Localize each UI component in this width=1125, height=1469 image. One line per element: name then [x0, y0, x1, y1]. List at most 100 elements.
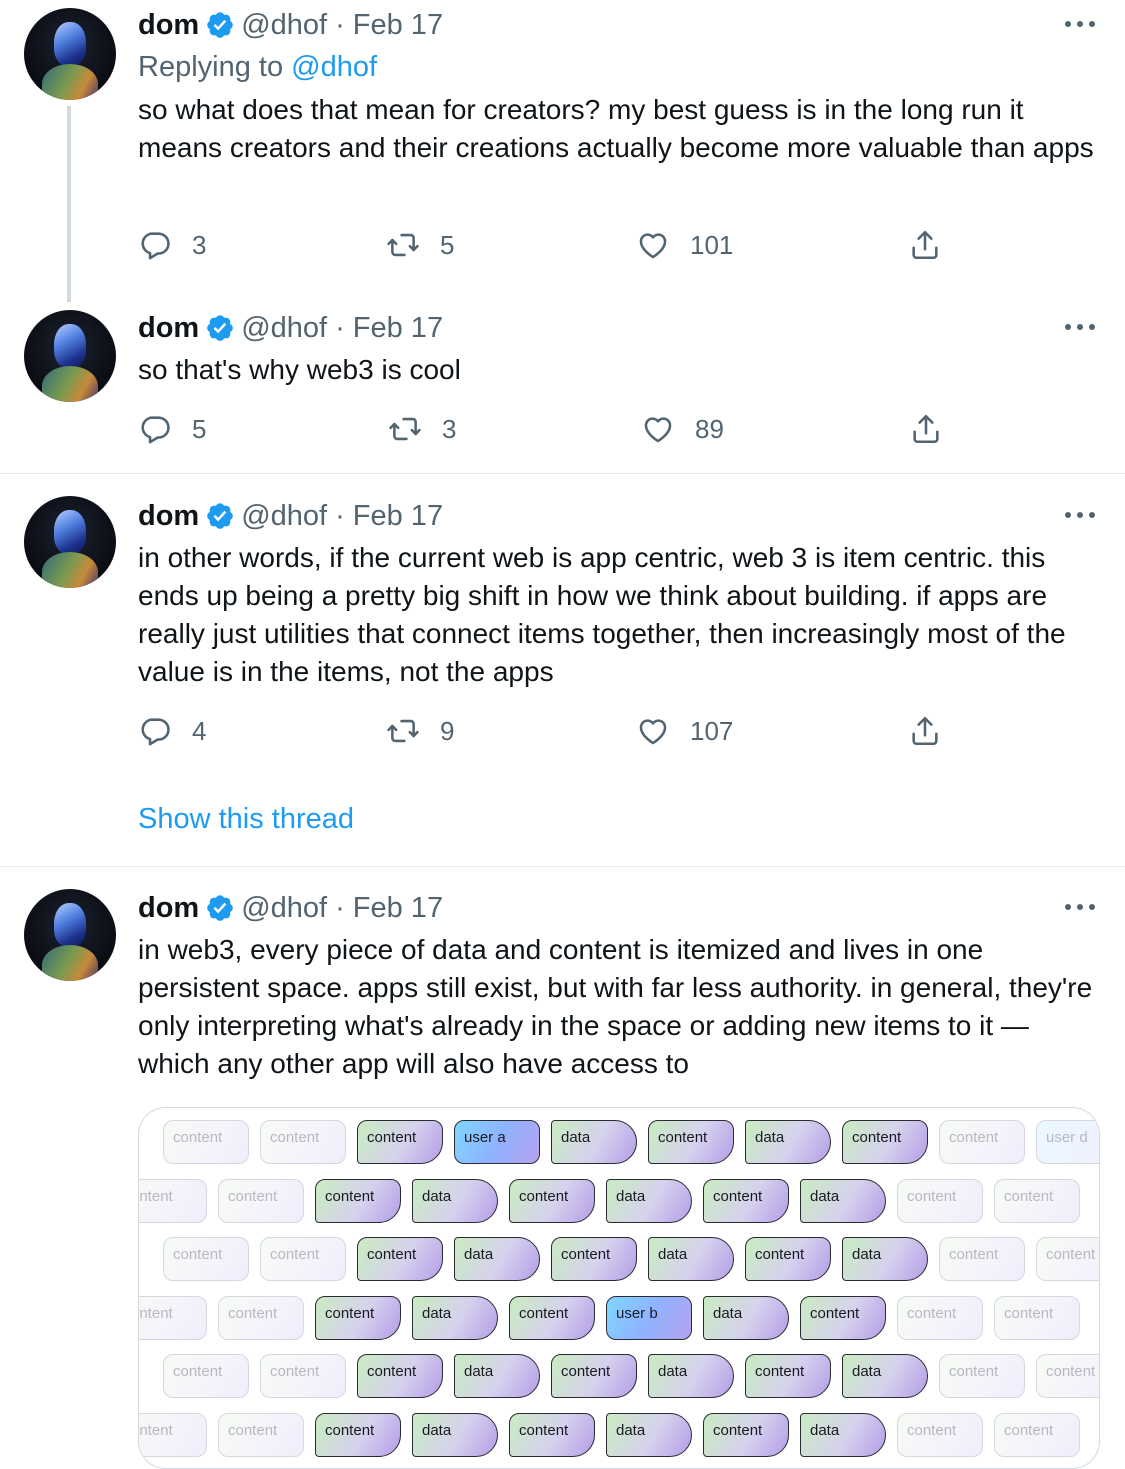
- share-button[interactable]: [908, 714, 962, 748]
- grid-item-content: content: [357, 1120, 443, 1164]
- avatar[interactable]: [24, 8, 116, 100]
- tweet-media-image[interactable]: content content content user a data content da…: [138, 1107, 1100, 1469]
- author-handle[interactable]: @dhof: [241, 311, 327, 345]
- author-name[interactable]: dom: [138, 891, 199, 925]
- grid-item-content: content: [939, 1354, 1025, 1398]
- grid-item-content: content: [1036, 1237, 1099, 1281]
- tweet-date[interactable]: Feb 17: [353, 311, 443, 345]
- share-icon: [909, 412, 943, 446]
- tweet-header: dom @dhof · Feb 17: [138, 891, 443, 925]
- grid-item-data: data: [842, 1354, 928, 1398]
- author-handle[interactable]: @dhof: [241, 499, 327, 533]
- retweet-button[interactable]: 5: [386, 228, 454, 262]
- author-handle[interactable]: @dhof: [241, 891, 327, 925]
- grid-item-content: content: [315, 1179, 401, 1223]
- grid-item-data: data: [745, 1120, 831, 1164]
- grid-item-content: content: [163, 1237, 249, 1281]
- reply-button[interactable]: 5: [138, 412, 206, 446]
- grid-item-content: content: [939, 1120, 1025, 1164]
- grid-item-data: data: [648, 1354, 734, 1398]
- tweet-text: in web3, every piece of data and content…: [138, 934, 1093, 1079]
- grid-item-content: content: [745, 1354, 831, 1398]
- grid-item-content: content: [509, 1179, 595, 1223]
- like-count: 101: [690, 229, 734, 260]
- grid-item-data: data: [842, 1237, 928, 1281]
- grid-item-content: content: [260, 1237, 346, 1281]
- grid-item-ontent: ontent: [139, 1413, 207, 1457]
- avatar[interactable]: [24, 889, 116, 981]
- tweet-date[interactable]: Feb 17: [353, 499, 443, 533]
- replying-to-prefix: Replying to: [138, 51, 292, 83]
- tweet-text: in other words, if the current web is ap…: [138, 542, 1066, 687]
- author-handle[interactable]: @dhof: [241, 8, 327, 42]
- grid-item-content: content: [994, 1179, 1080, 1223]
- avatar[interactable]: [24, 496, 116, 588]
- grid-item-data: data: [606, 1413, 692, 1457]
- tweet-header: dom @dhof · Feb 17: [138, 8, 443, 42]
- grid-item-data: data: [800, 1179, 886, 1223]
- grid-item-content: content: [509, 1413, 595, 1457]
- verified-badge-icon: [205, 501, 235, 531]
- grid-item-data: data: [412, 1413, 498, 1457]
- author-name[interactable]: dom: [138, 499, 199, 533]
- grid-item-content: content: [315, 1413, 401, 1457]
- heart-icon: [636, 228, 670, 262]
- like-button[interactable]: 107: [636, 714, 733, 748]
- grid-item-user-b: user b: [606, 1296, 692, 1340]
- grid-item-content: content: [260, 1354, 346, 1398]
- like-button[interactable]: 101: [636, 228, 733, 262]
- more-options-icon[interactable]: [1065, 21, 1095, 31]
- avatar[interactable]: [24, 310, 116, 402]
- tweet-header: dom @dhof · Feb 17: [138, 499, 443, 533]
- grid-item-user-d: user d: [1036, 1120, 1099, 1164]
- grid-item-content: content: [939, 1237, 1025, 1281]
- grid-item-ontent: ontent: [139, 1296, 207, 1340]
- grid-item-data: data: [454, 1237, 540, 1281]
- like-button[interactable]: 89: [641, 412, 724, 446]
- more-options-icon[interactable]: [1065, 324, 1095, 334]
- share-button[interactable]: [908, 228, 962, 262]
- tweet-actions: 3 5 101: [138, 228, 958, 268]
- grid-item-content: content: [703, 1179, 789, 1223]
- grid-item-content: content: [218, 1413, 304, 1457]
- reply-button[interactable]: 3: [138, 228, 206, 262]
- retweet-count: 9: [440, 715, 455, 746]
- header-separator: ·: [335, 892, 345, 924]
- tweet-date[interactable]: Feb 17: [353, 891, 443, 925]
- grid-item-content: content: [745, 1237, 831, 1281]
- tweet-text: so what does that mean for creators? my …: [138, 94, 1094, 163]
- author-name[interactable]: dom: [138, 8, 199, 42]
- reply-count: 4: [192, 715, 207, 746]
- grid-item-content: content: [163, 1354, 249, 1398]
- header-separator: ·: [335, 312, 345, 344]
- reply-button[interactable]: 4: [138, 714, 206, 748]
- share-button[interactable]: [909, 412, 963, 446]
- tweet-3[interactable]: dom @dhof · Feb 17 in other words, if th…: [0, 474, 1125, 866]
- grid-item-data: data: [606, 1179, 692, 1223]
- grid-item-content: content: [218, 1296, 304, 1340]
- tweet-2[interactable]: dom @dhof · Feb 17 so that's why web3 is…: [0, 300, 1125, 472]
- verified-badge-icon: [205, 893, 235, 923]
- grid-item-data: data: [800, 1413, 886, 1457]
- tweet-1[interactable]: dom @dhof · Feb 17 Replying to @dhof so …: [0, 0, 1125, 300]
- replying-to-handle[interactable]: @dhof: [291, 51, 377, 83]
- grid-item-content: content: [551, 1237, 637, 1281]
- tweet-actions: 4 9 107: [138, 714, 958, 754]
- show-thread-link[interactable]: Show this thread: [138, 803, 354, 836]
- more-options-icon[interactable]: [1065, 512, 1095, 522]
- grid-item-content: content: [1036, 1354, 1099, 1398]
- tweet-text: so that's why web3 is cool: [138, 354, 461, 385]
- retweet-count: 3: [442, 413, 457, 444]
- grid-item-content: content: [315, 1296, 401, 1340]
- more-options-icon[interactable]: [1065, 904, 1095, 914]
- retweet-button[interactable]: 3: [388, 412, 456, 446]
- verified-badge-icon: [205, 313, 235, 343]
- reply-icon: [138, 412, 172, 446]
- retweet-button[interactable]: 9: [386, 714, 454, 748]
- header-separator: ·: [335, 9, 345, 41]
- author-name[interactable]: dom: [138, 311, 199, 345]
- grid-item-content: content: [551, 1354, 637, 1398]
- grid-item-content: content: [994, 1296, 1080, 1340]
- tweet-header: dom @dhof · Feb 17: [138, 311, 443, 345]
- tweet-date[interactable]: Feb 17: [353, 8, 443, 42]
